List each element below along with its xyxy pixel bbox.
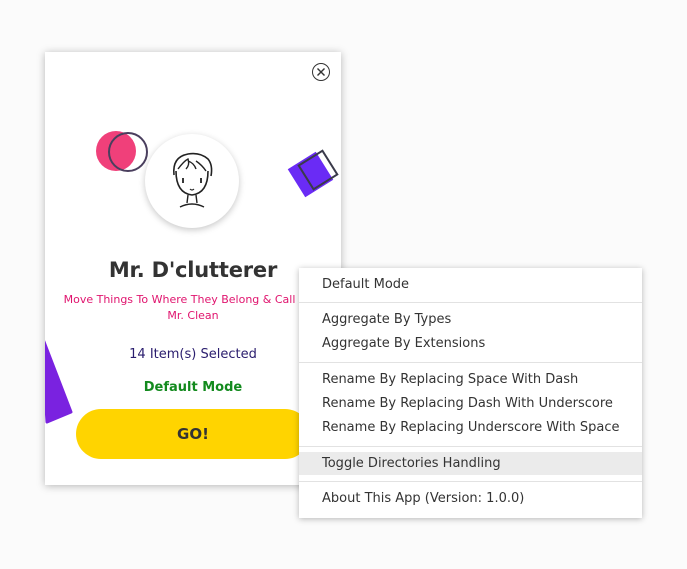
- decorative-circle-outline: [108, 132, 148, 172]
- context-menu: Default Mode Aggregate By Types Aggregat…: [299, 268, 642, 518]
- current-mode-label: Default Mode: [143, 380, 243, 395]
- app-popup-window: Mr. D'clutterer Move Things To Where The…: [45, 52, 341, 485]
- menu-item-rename-space-to-dash[interactable]: Rename By Replacing Space With Dash: [299, 368, 642, 391]
- menu-item-toggle-directories[interactable]: Toggle Directories Handling: [299, 452, 642, 475]
- go-button[interactable]: GO!: [76, 409, 310, 459]
- menu-separator: [299, 481, 642, 482]
- menu-item-aggregate-by-types[interactable]: Aggregate By Types: [299, 308, 642, 331]
- menu-item-about[interactable]: About This App (Version: 1.0.0): [299, 487, 642, 510]
- cartoon-face-icon: [172, 152, 213, 208]
- menu-separator: [299, 362, 642, 363]
- close-icon: [317, 68, 325, 76]
- menu-separator: [299, 446, 642, 447]
- menu-item-rename-dash-to-underscore[interactable]: Rename By Replacing Dash With Underscore: [299, 392, 642, 415]
- menu-item-aggregate-by-extensions[interactable]: Aggregate By Extensions: [299, 332, 642, 355]
- menu-item-default-mode[interactable]: Default Mode: [299, 273, 642, 296]
- selected-items-count: 14 Item(s) Selected: [129, 347, 257, 362]
- app-title: Mr. D'clutterer: [108, 258, 278, 282]
- close-button[interactable]: [312, 63, 330, 81]
- menu-item-rename-underscore-to-space[interactable]: Rename By Replacing Underscore With Spac…: [299, 416, 642, 439]
- screen: Mr. D'clutterer Move Things To Where The…: [0, 0, 687, 569]
- avatar: [145, 134, 239, 228]
- menu-separator: [299, 302, 642, 303]
- app-tagline: Move Things To Where They Belong & Call …: [63, 293, 323, 322]
